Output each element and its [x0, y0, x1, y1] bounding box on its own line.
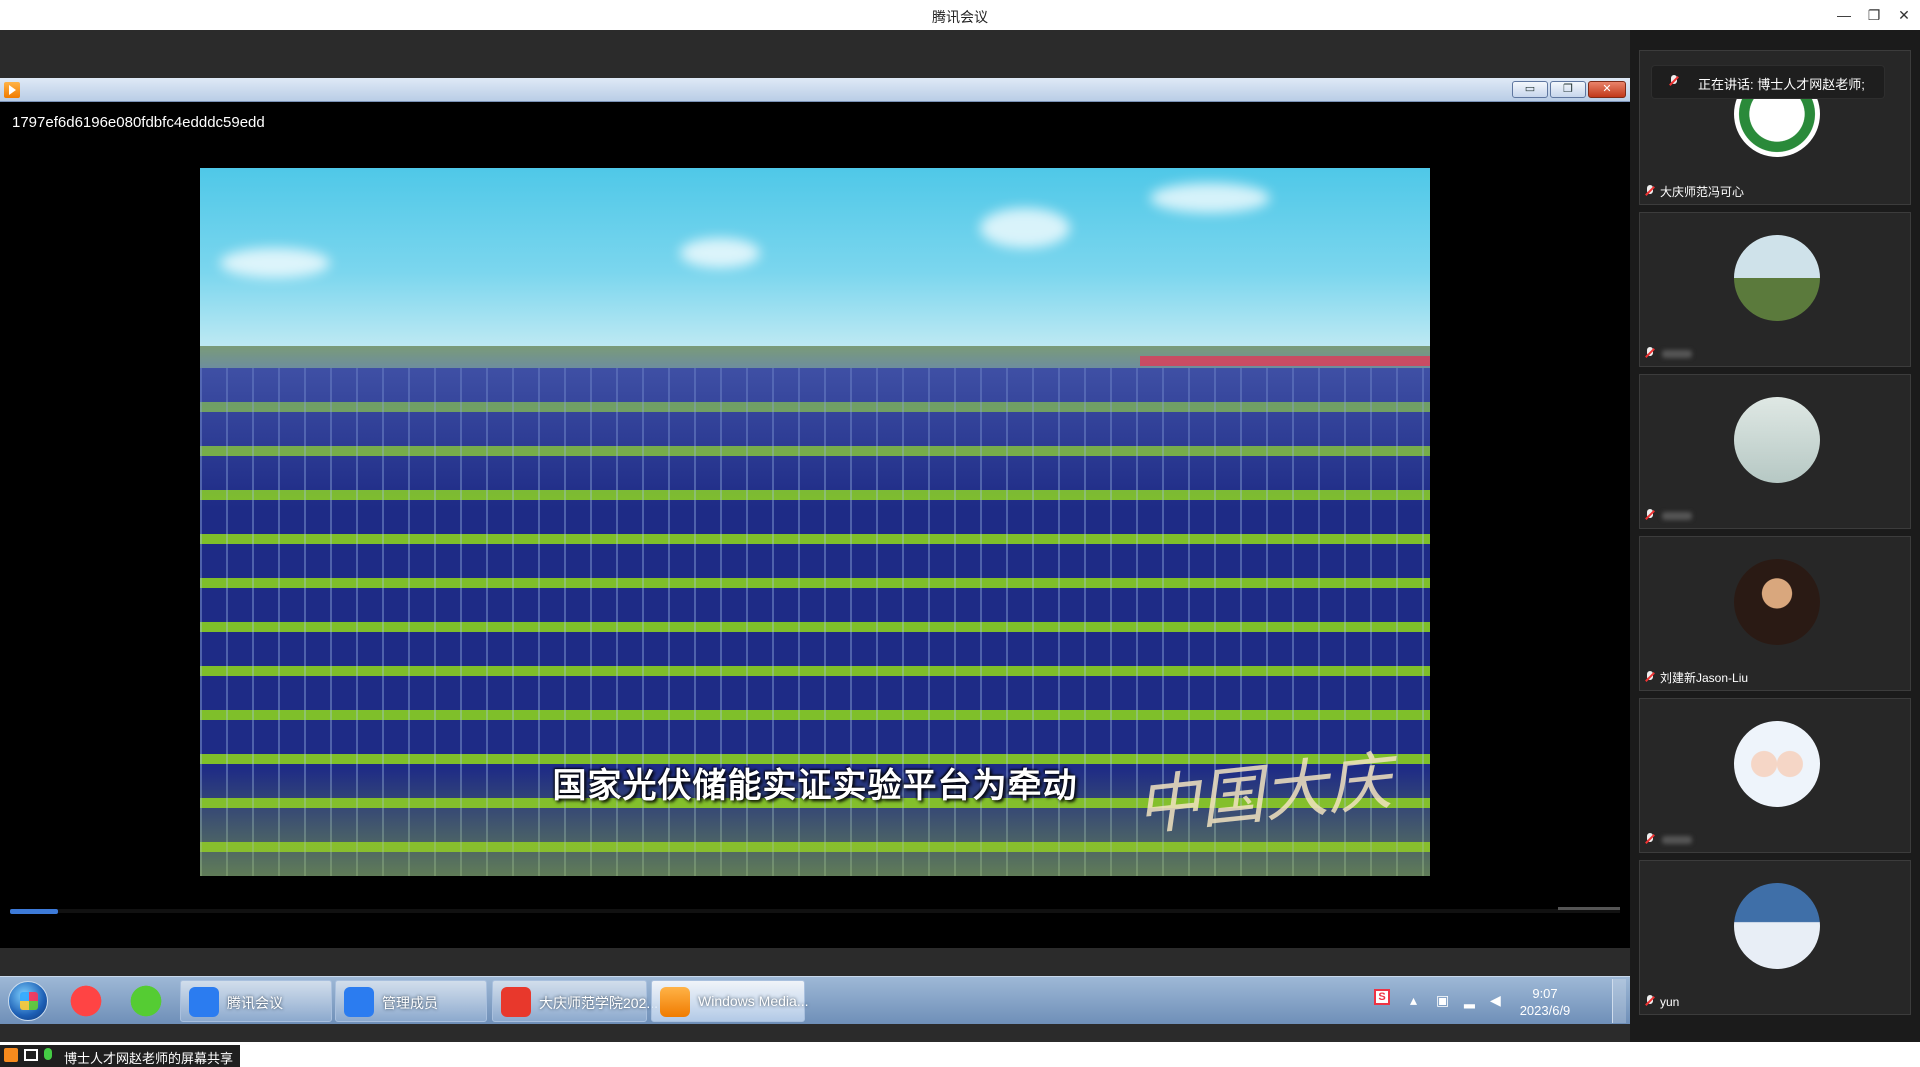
avatar-couple-photo	[1734, 397, 1820, 483]
video-cloud	[980, 208, 1070, 248]
video-cloud	[220, 248, 330, 278]
taskbar-item-label: 腾讯会议	[227, 995, 283, 1011]
participant-name-blurred	[1662, 511, 1692, 520]
mic-muted-icon	[1668, 75, 1680, 89]
mic-muted-icon	[1644, 346, 1656, 361]
avatar-palm-tree-photo	[1734, 235, 1820, 321]
video-subtitle: 国家光伏储能实证实验平台为牵动	[552, 767, 1078, 805]
restore-button[interactable]: ❐	[1860, 4, 1888, 26]
mic-muted-icon	[1644, 994, 1656, 1009]
participant-name-row: yun	[1644, 993, 1679, 1011]
player-minimize-button[interactable]: ▭	[1512, 81, 1548, 98]
start-button[interactable]	[8, 981, 48, 1021]
participant-name-blurred	[1662, 835, 1692, 844]
show-desktop-button[interactable]	[1612, 979, 1626, 1023]
music-app-icon[interactable]	[66, 982, 106, 1020]
mic-muted-icon	[1644, 508, 1656, 523]
tray-time: 9:07	[1532, 986, 1558, 1001]
shared-screen: ▭ ❐ ✕ 1797ef6d6196e080fdbfc4edddc59edd 中…	[0, 30, 1630, 1067]
tray-date: 2023/6/9	[1519, 1003, 1571, 1018]
taskbar-item-manage-members[interactable]: 管理成员	[335, 980, 487, 1022]
speaking-name: 博士人才网赵老师;	[1757, 77, 1865, 92]
media-file-name: 1797ef6d6196e080fdbfc4edddc59edd	[12, 114, 265, 131]
tray-clock[interactable]: 9:07 2023/6/9	[1505, 985, 1585, 1019]
tray-device-icon[interactable]: ▣	[1436, 992, 1449, 1009]
avatar-man-photo	[1734, 559, 1820, 645]
shared-taskbar: 腾讯会议 管理成员 大庆师范学院202... Windows Media... …	[0, 976, 1630, 1024]
taskbar-item-windows-media-player[interactable]: Windows Media...	[651, 980, 809, 1022]
app-title: 腾讯会议	[932, 9, 988, 25]
mic-icon	[44, 1048, 52, 1060]
media-player-window: ▭ ❐ ✕ 1797ef6d6196e080fdbfc4edddc59edd 中…	[0, 78, 1630, 1000]
participant-name-row	[1644, 345, 1692, 363]
mic-muted-icon	[1644, 670, 1656, 685]
participant-name: 大庆师范冯可心	[1660, 185, 1745, 200]
windows-media-player-icon	[660, 987, 690, 1017]
speaking-text: 正在讲话: 博士人才网赵老师;	[1698, 74, 1865, 93]
participant-name-row	[1644, 831, 1692, 849]
volume-icon[interactable]: ◀	[1490, 992, 1501, 1009]
share-status-text: 博士人才网赵老师的屏幕共享	[64, 1051, 234, 1066]
participant-card[interactable]	[1639, 212, 1911, 367]
media-player-title-bar[interactable]: ▭ ❐ ✕	[0, 78, 1630, 102]
participant-name-row	[1644, 507, 1692, 525]
screen-share-status: 博士人才网赵老师的屏幕共享	[0, 1045, 240, 1067]
participant-card[interactable]: yun	[1639, 860, 1911, 1015]
seek-bar[interactable]	[10, 909, 1620, 913]
network-signal-icon[interactable]: ▂	[1464, 992, 1475, 1009]
volume-slider[interactable]	[1558, 907, 1620, 910]
close-button[interactable]: ✕	[1890, 4, 1918, 26]
wps-icon	[501, 987, 531, 1017]
participant-card[interactable]	[1639, 698, 1911, 853]
user-icon	[4, 1048, 18, 1062]
mic-muted-icon	[1644, 184, 1656, 199]
avatar-cartoon-couple	[1734, 721, 1820, 807]
mic-muted-icon	[1644, 832, 1656, 847]
tencent-meeting-icon	[344, 987, 374, 1017]
taskbar-item-wps[interactable]: 大庆师范学院202...	[492, 980, 658, 1022]
player-close-button[interactable]: ✕	[1588, 81, 1626, 98]
video-frame[interactable]: 中国大庆 国家光伏储能实证实验平台为牵动	[200, 168, 1430, 876]
minimize-button[interactable]: —	[1830, 4, 1858, 26]
seek-progress[interactable]	[10, 909, 58, 914]
app-title-bar: 腾讯会议 — ❐ ✕	[0, 0, 1920, 30]
participants-panel: 正在讲话: 博士人才网赵老师; 大庆师范冯可心 刘建新Jason-Liu yun	[1630, 30, 1920, 1042]
sogou-input-icon[interactable]: S	[1374, 989, 1390, 1005]
participant-card[interactable]	[1639, 374, 1911, 529]
video-cloud	[680, 238, 760, 268]
taskbar-item-tencent-meeting[interactable]: 腾讯会议	[180, 980, 332, 1022]
participant-card[interactable]: 刘建新Jason-Liu	[1639, 536, 1911, 691]
taskbar-item-label: Windows Media...	[698, 993, 809, 1009]
player-restore-button[interactable]: ❐	[1550, 81, 1586, 98]
video-cloud	[1150, 183, 1270, 213]
video-building-strip	[1140, 356, 1430, 366]
participant-name-row: 刘建新Jason-Liu	[1644, 669, 1748, 687]
taskbar-item-label: 管理成员	[382, 995, 438, 1011]
speaking-indicator: 正在讲话: 博士人才网赵老师;	[1652, 66, 1884, 98]
windows-logo-icon	[20, 992, 38, 1010]
speaking-label: 正在讲话:	[1698, 77, 1754, 92]
participant-name-row: 大庆师范冯可心	[1644, 183, 1744, 201]
participant-name: 刘建新Jason-Liu	[1660, 671, 1749, 686]
participant-name-blurred	[1662, 349, 1692, 358]
taskbar-item-label: 大庆师范学院202...	[539, 995, 659, 1011]
tray-expand-icon[interactable]: ▴	[1410, 992, 1417, 1009]
participant-name: yun	[1660, 994, 1680, 1009]
video-haze	[200, 368, 1430, 508]
media-player-app-icon	[4, 82, 20, 98]
browser-app-icon[interactable]	[126, 982, 166, 1020]
tencent-meeting-icon	[189, 987, 219, 1017]
avatar-snow-landscape	[1734, 883, 1820, 969]
screen-icon	[24, 1049, 38, 1061]
